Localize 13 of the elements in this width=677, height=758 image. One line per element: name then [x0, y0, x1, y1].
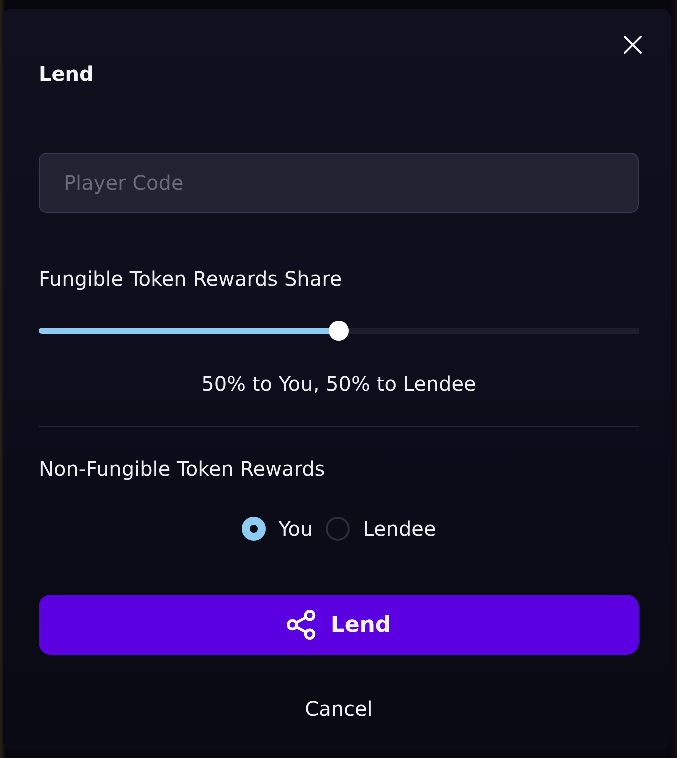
cancel-button[interactable]: Cancel: [291, 689, 387, 729]
radio-option[interactable]: You: [242, 516, 314, 542]
dialog-title: Lend: [39, 62, 95, 86]
close-icon[interactable]: [624, 36, 642, 54]
player-code-field[interactable]: Player Code: [39, 153, 639, 213]
lend-button[interactable]: Lend: [39, 595, 639, 655]
slider-thumb[interactable]: [329, 321, 349, 341]
share-icon: [286, 610, 317, 640]
share-reading: 50% to You, 50% to Lendee: [200, 372, 478, 396]
share-label: Fungible Token Rewards Share: [39, 267, 344, 291]
radio-icon[interactable]: [326, 517, 350, 541]
radio-option[interactable]: Lendee: [326, 516, 436, 542]
nft-label: Non-Fungible Token Rewards: [39, 457, 326, 481]
